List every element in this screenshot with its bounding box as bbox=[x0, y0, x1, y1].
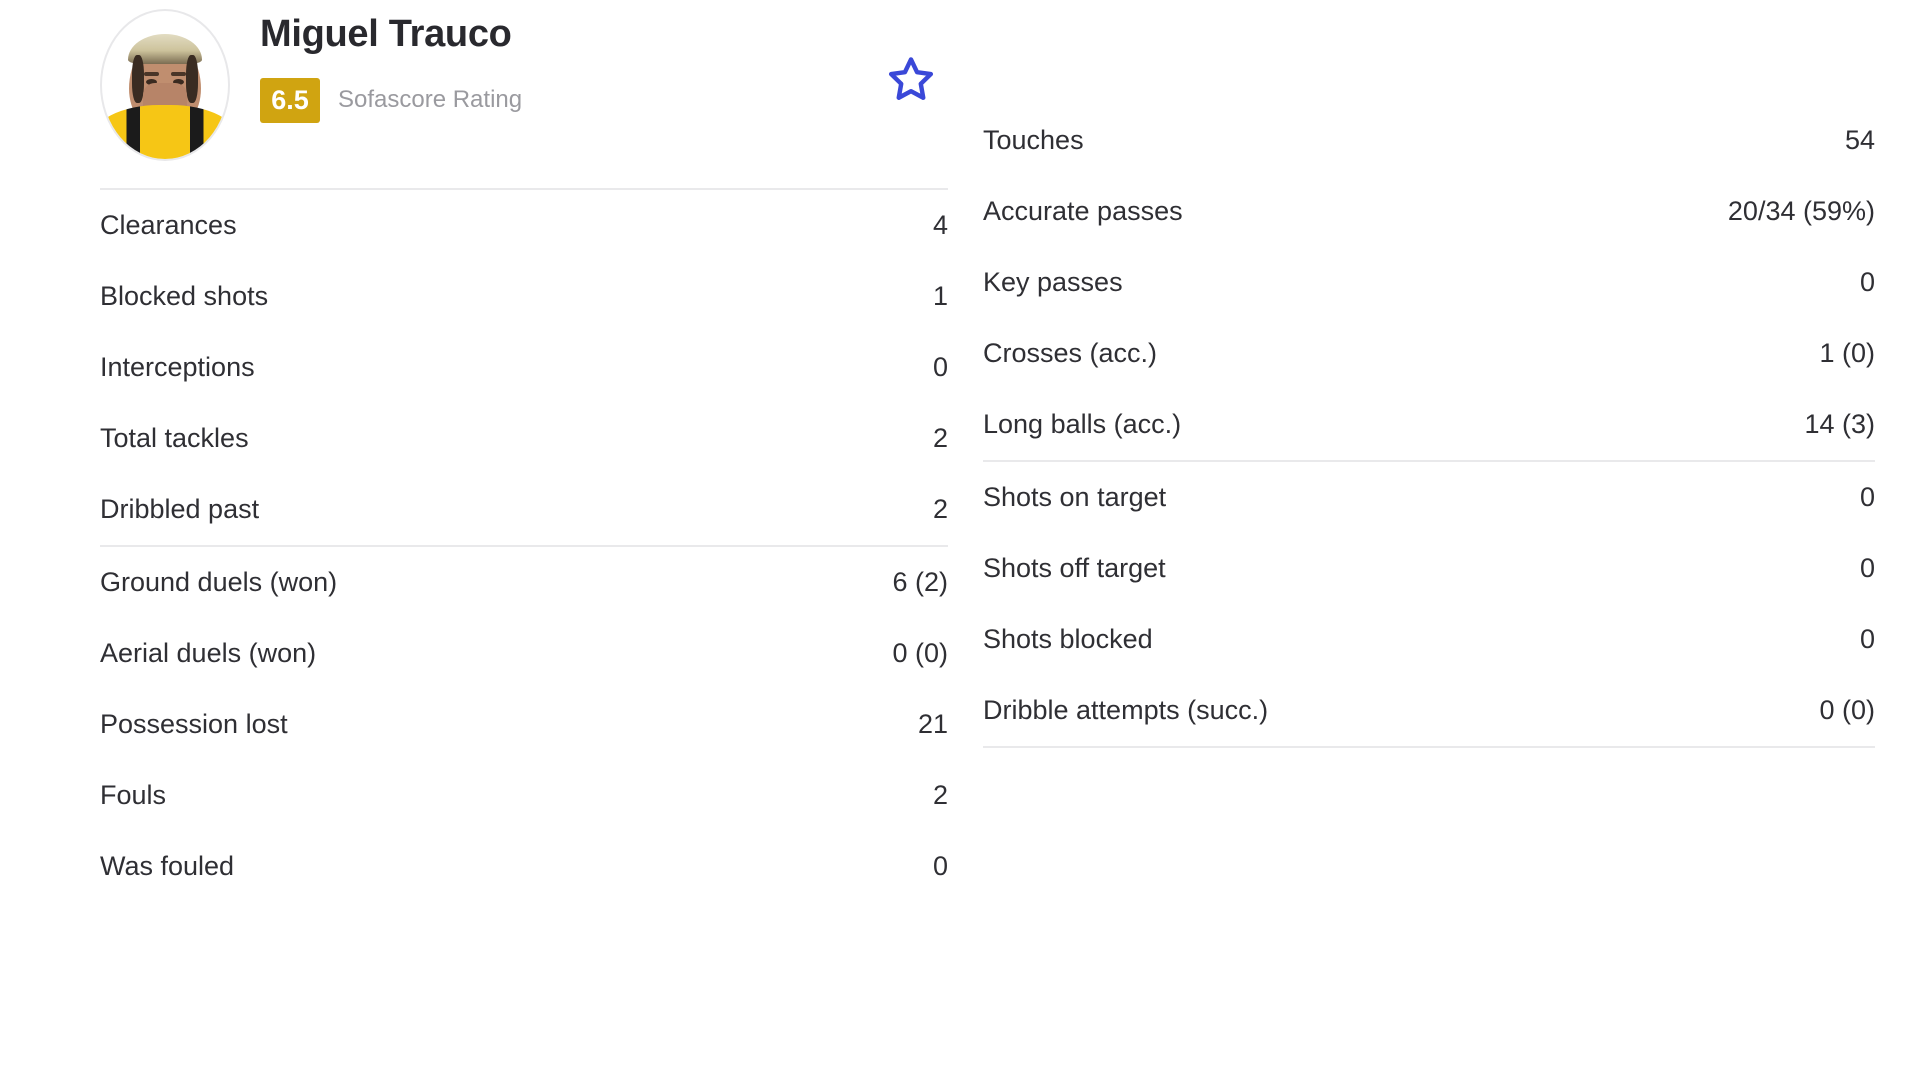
stat-label: Shots blocked bbox=[983, 624, 1153, 654]
stat-row: Interceptions 0 bbox=[100, 332, 948, 403]
stat-label: Clearances bbox=[100, 210, 237, 240]
stat-value: 20/34 (59%) bbox=[1727, 196, 1875, 226]
stat-row: Dribbled past 2 bbox=[100, 474, 948, 545]
stat-row: Possession lost 21 bbox=[100, 689, 948, 760]
stat-label: Total tackles bbox=[100, 423, 249, 453]
stat-label: Shots off target bbox=[983, 553, 1166, 583]
rating-label: Sofascore Rating bbox=[338, 86, 523, 114]
stat-value: 1 (0) bbox=[1819, 338, 1875, 368]
right-group-shooting: Shots on target 0 Shots off target 0 Sho… bbox=[983, 462, 1875, 746]
stat-row: Shots blocked 0 bbox=[983, 604, 1875, 675]
stat-row: Dribble attempts (succ.) 0 (0) bbox=[983, 675, 1875, 746]
stat-value: 0 bbox=[1859, 553, 1875, 583]
stat-value: 14 (3) bbox=[1804, 409, 1875, 439]
stat-row: Fouls 2 bbox=[100, 760, 948, 831]
stat-label: Blocked shots bbox=[100, 281, 269, 311]
stat-value: 21 bbox=[917, 709, 948, 739]
page-title: Miguel Trauco bbox=[260, 13, 512, 55]
stat-value: 2 bbox=[932, 423, 948, 453]
stat-label: Long balls (acc.) bbox=[983, 409, 1182, 439]
stat-label: Shots on target bbox=[983, 482, 1167, 512]
stat-label: Dribble attempts (succ.) bbox=[983, 695, 1269, 725]
left-group-duels: Ground duels (won) 6 (2) Aerial duels (w… bbox=[100, 547, 948, 902]
stat-row: Shots on target 0 bbox=[983, 462, 1875, 533]
stat-value: 54 bbox=[1844, 125, 1875, 155]
stat-label: Ground duels (won) bbox=[100, 567, 338, 597]
player-header-text: Miguel Trauco 6.5 Sofascore Rating bbox=[260, 0, 522, 123]
stat-label: Key passes bbox=[983, 267, 1123, 297]
status-badge: 6.5 bbox=[260, 77, 320, 123]
right-group-passing: Touches 54 Accurate passes 20/34 (59%) K… bbox=[983, 105, 1875, 460]
stat-label: Accurate passes bbox=[983, 196, 1183, 226]
star-outline-icon bbox=[888, 57, 934, 100]
stat-label: Was fouled bbox=[100, 851, 235, 881]
stat-label: Touches bbox=[983, 125, 1084, 155]
stat-value: 2 bbox=[932, 494, 948, 524]
stat-row: Clearances 4 bbox=[100, 190, 948, 261]
stat-value: 6 (2) bbox=[892, 567, 948, 597]
stat-value: 0 bbox=[932, 352, 948, 382]
stat-value: 0 bbox=[1859, 267, 1875, 297]
stat-row: Accurate passes 20/34 (59%) bbox=[983, 176, 1875, 247]
stat-row: Ground duels (won) 6 (2) bbox=[100, 547, 948, 618]
stat-value: 0 (0) bbox=[892, 638, 948, 668]
stat-value: 0 bbox=[932, 851, 948, 881]
stat-row: Crosses (acc.) 1 (0) bbox=[983, 318, 1875, 389]
stat-row: Aerial duels (won) 0 (0) bbox=[100, 618, 948, 689]
avatar[interactable] bbox=[100, 9, 230, 161]
stat-value: 0 bbox=[1859, 624, 1875, 654]
stat-value: 0 bbox=[1859, 482, 1875, 512]
stat-label: Crosses (acc.) bbox=[983, 338, 1158, 368]
stat-row: Shots off target 0 bbox=[983, 533, 1875, 604]
stat-row: Total tackles 2 bbox=[100, 403, 948, 474]
stat-value: 1 bbox=[932, 281, 948, 311]
stat-row: Touches 54 bbox=[983, 105, 1875, 176]
stat-label: Fouls bbox=[100, 780, 167, 810]
stat-label: Aerial duels (won) bbox=[100, 638, 317, 668]
favorite-button[interactable] bbox=[883, 52, 939, 108]
stat-row: Key passes 0 bbox=[983, 247, 1875, 318]
player-header: Miguel Trauco 6.5 Sofascore Rating bbox=[100, 0, 948, 188]
stat-value: 2 bbox=[932, 780, 948, 810]
stat-row: Was fouled 0 bbox=[100, 831, 948, 902]
left-stats-column: Miguel Trauco 6.5 Sofascore Rating Clear… bbox=[100, 0, 948, 902]
stat-label: Interceptions bbox=[100, 352, 255, 382]
stat-label: Possession lost bbox=[100, 709, 288, 739]
stat-value: 4 bbox=[932, 210, 948, 240]
stat-row: Blocked shots 1 bbox=[100, 261, 948, 332]
left-group-defensive: Clearances 4 Blocked shots 1 Interceptio… bbox=[100, 190, 948, 545]
right-stats-column: Touches 54 Accurate passes 20/34 (59%) K… bbox=[983, 105, 1875, 748]
player-avatar-image bbox=[100, 9, 230, 161]
stat-row: Long balls (acc.) 14 (3) bbox=[983, 389, 1875, 460]
stat-label: Dribbled past bbox=[100, 494, 260, 524]
right-bottom-divider bbox=[983, 746, 1875, 748]
rating-row: 6.5 Sofascore Rating bbox=[260, 77, 523, 123]
player-statistics-panel: Miguel Trauco 6.5 Sofascore Rating Clear… bbox=[0, 0, 1920, 1080]
stat-value: 0 (0) bbox=[1819, 695, 1875, 725]
